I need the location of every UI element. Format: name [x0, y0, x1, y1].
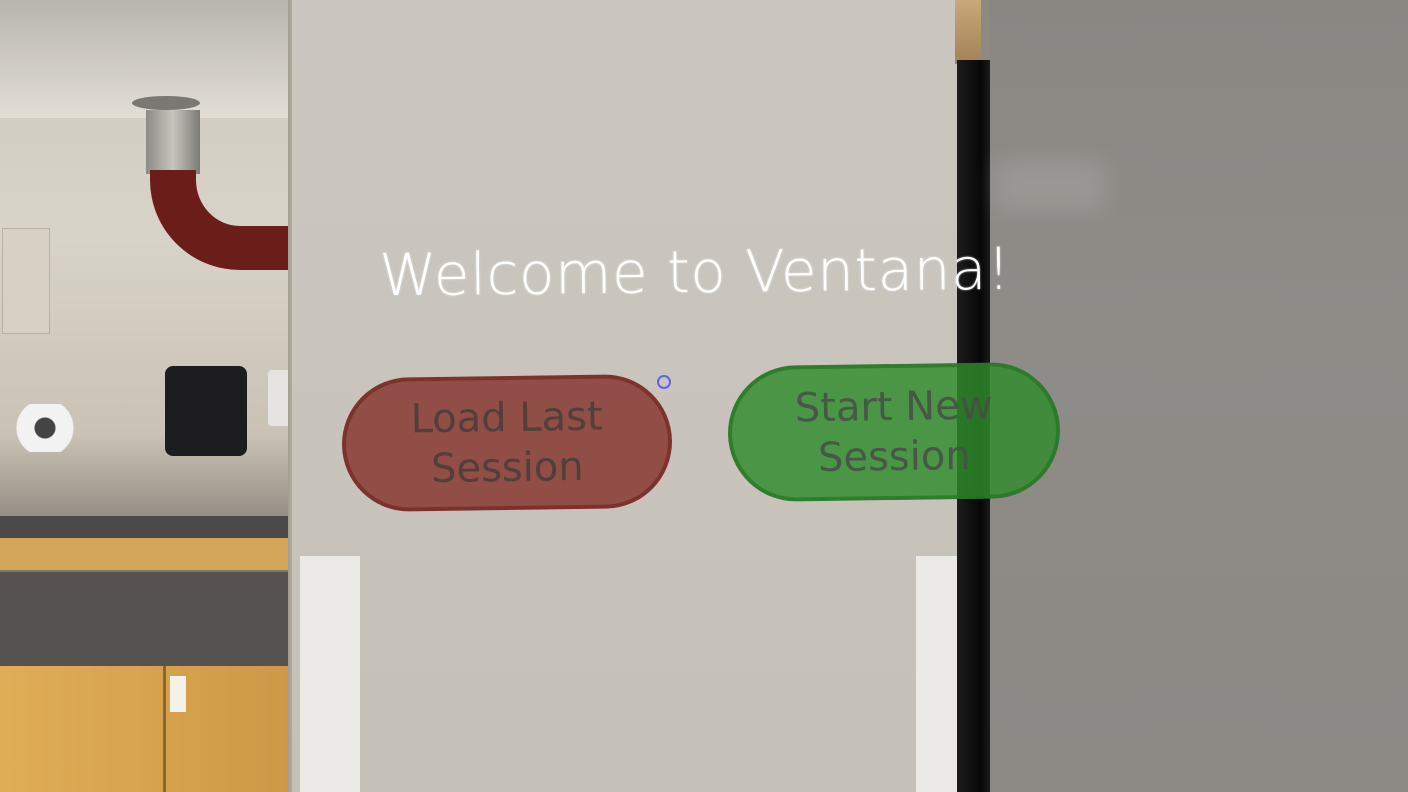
gaze-cursor-icon [657, 375, 671, 389]
start-new-session-label: Start New Session [794, 382, 993, 482]
fume-duct-cap [132, 96, 200, 110]
load-last-session-button[interactable]: Load Last Session [341, 373, 673, 513]
wall-trim-left [300, 556, 360, 792]
fume-duct-pipe [146, 110, 200, 174]
welcome-title: Welcome to Ventana! [378, 234, 1012, 310]
lab-counter [0, 516, 300, 538]
cabinet-number-tag [170, 676, 186, 712]
door [990, 0, 1408, 792]
work-bench [0, 572, 300, 668]
ring-light-magnifier [16, 404, 74, 452]
mixed-reality-view: Welcome to Ventana! Load Last Session St… [0, 0, 1408, 792]
door-frame [955, 0, 981, 64]
door-glare [995, 160, 1105, 210]
cabinet-divider [163, 666, 166, 792]
start-new-session-button[interactable]: Start New Session [727, 361, 1061, 503]
wall-poster [2, 228, 50, 334]
counter-drawers [0, 538, 300, 570]
lab-cabinet [0, 666, 305, 792]
paper-towel-dispenser [165, 366, 247, 456]
load-last-session-label: Load Last Session [410, 393, 603, 493]
